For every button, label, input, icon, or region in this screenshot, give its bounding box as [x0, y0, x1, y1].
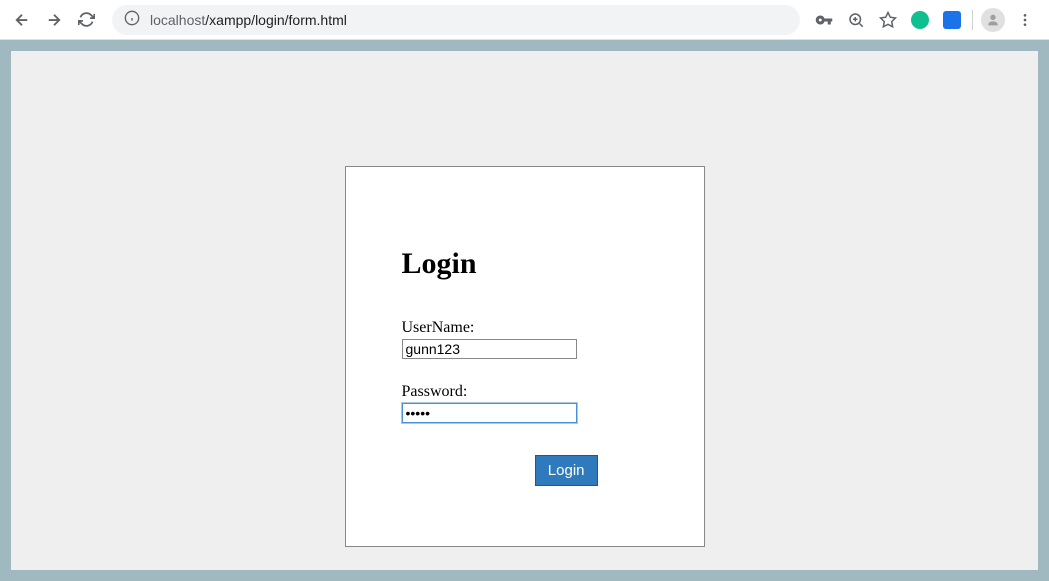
- key-icon[interactable]: [812, 8, 836, 32]
- divider: [972, 10, 973, 30]
- username-label: UserName:: [402, 319, 648, 337]
- forward-button[interactable]: [40, 6, 68, 34]
- password-label: Password:: [402, 383, 648, 401]
- url-text: localhost/xampp/login/form.html: [150, 12, 347, 28]
- password-input[interactable]: [402, 403, 577, 423]
- star-icon[interactable]: [876, 8, 900, 32]
- login-form-card: Login UserName: Password: Login: [345, 166, 705, 547]
- back-button[interactable]: [8, 6, 36, 34]
- username-input[interactable]: [402, 339, 577, 359]
- zoom-icon[interactable]: [844, 8, 868, 32]
- menu-button[interactable]: [1013, 8, 1037, 32]
- browser-toolbar: localhost/xampp/login/form.html: [0, 0, 1049, 40]
- extension-blue-icon[interactable]: [940, 8, 964, 32]
- password-group: Password:: [402, 383, 648, 423]
- info-icon: [124, 10, 140, 29]
- profile-avatar[interactable]: [981, 8, 1005, 32]
- viewport-border: Login UserName: Password: Login: [0, 40, 1049, 581]
- reload-button[interactable]: [72, 6, 100, 34]
- login-button[interactable]: Login: [535, 455, 598, 486]
- page-title: Login: [402, 247, 648, 281]
- page-content: Login UserName: Password: Login: [11, 51, 1038, 570]
- username-group: UserName:: [402, 319, 648, 359]
- address-bar[interactable]: localhost/xampp/login/form.html: [112, 5, 800, 35]
- toolbar-right: [812, 8, 1041, 32]
- extension-grammarly-icon[interactable]: [908, 8, 932, 32]
